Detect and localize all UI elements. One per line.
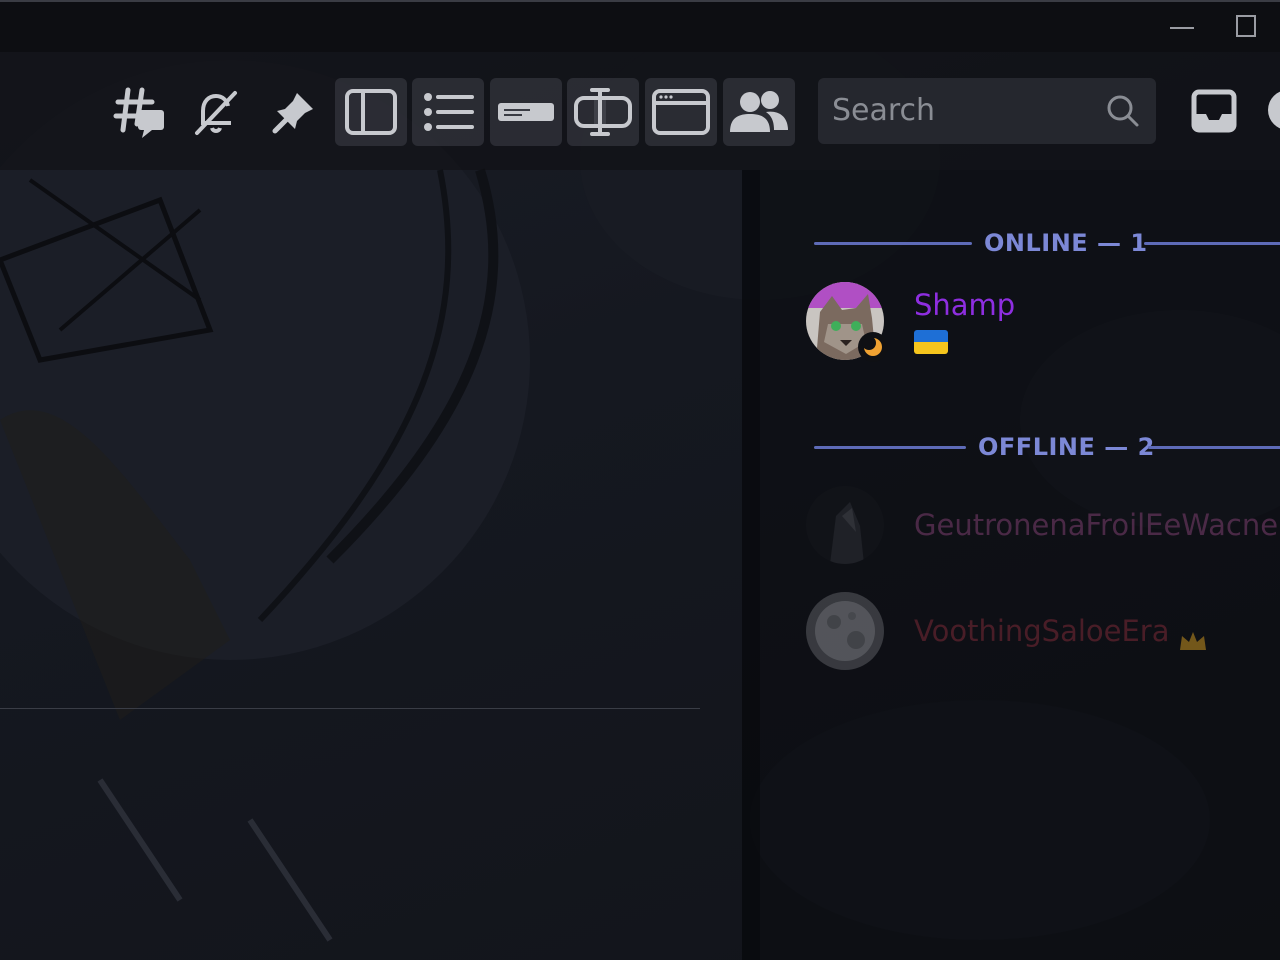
crown-icon [1180,632,1206,650]
inbox-icon[interactable] [1190,88,1238,134]
pin-icon [272,93,313,134]
header-divider [814,242,972,245]
header-divider [814,446,966,449]
member-name: GeutronenaFroilEeWacne [914,508,1279,542]
member-list: ONLINE — 1 Shamp OFFLINE — 2 GeutronenaF… [760,170,1280,960]
maximize-button[interactable] [1226,2,1272,52]
minimize-button[interactable] [1158,2,1204,52]
channel-list-button[interactable] [412,78,484,146]
members-icon [730,91,788,132]
member-list-button[interactable] [723,78,795,146]
offline-header-label: OFFLINE — 2 [978,433,1155,461]
threads-icon [113,87,164,138]
message-divider [0,708,700,709]
online-header-label: ONLINE — 1 [984,229,1148,257]
notification-settings-button[interactable] [180,78,252,146]
online-section-header: ONLINE — 1 [810,228,1280,258]
search-input[interactable]: Search [818,78,1156,144]
member-name: VoothingSaloeEra [914,614,1170,648]
chat-area [0,170,740,960]
header-divider [1148,446,1280,449]
member-item-voothing[interactable]: VoothingSaloeEra [806,592,1280,672]
scrollbar-track[interactable] [742,170,760,960]
bar-icon [498,103,554,121]
member-item-geutronena[interactable]: GeutronenaFroilEeWacne [806,486,1280,566]
avatar [806,486,884,564]
ukraine-flag-icon [914,330,948,354]
member-item-shamp[interactable]: Shamp [806,282,1280,362]
member-name: Shamp [914,288,1016,322]
idle-status-indicator [858,332,888,362]
list-icon [424,93,474,131]
offline-section-header: OFFLINE — 2 [810,432,1280,462]
toggle-sidebar-button[interactable] [335,78,407,146]
header-divider [1144,242,1280,245]
avatar [806,592,884,670]
text-cursor-icon [574,88,632,136]
threads-button[interactable] [104,78,176,146]
discord-window: Search ONLINE — 1 Shamp OFFLINE — 2 Geut… [0,0,1280,960]
text-cursor-button[interactable] [567,78,639,146]
compact-mode-button[interactable] [490,78,562,146]
window-view-button[interactable] [645,78,717,146]
pinned-messages-button[interactable] [258,78,330,146]
bell-muted-icon [195,91,237,135]
title-bar [0,0,1280,52]
search-placeholder: Search [832,93,936,128]
search-icon [1107,95,1139,127]
sidebar-panel-icon [345,89,397,135]
moon-icon [862,336,882,356]
window-icon [652,89,710,135]
